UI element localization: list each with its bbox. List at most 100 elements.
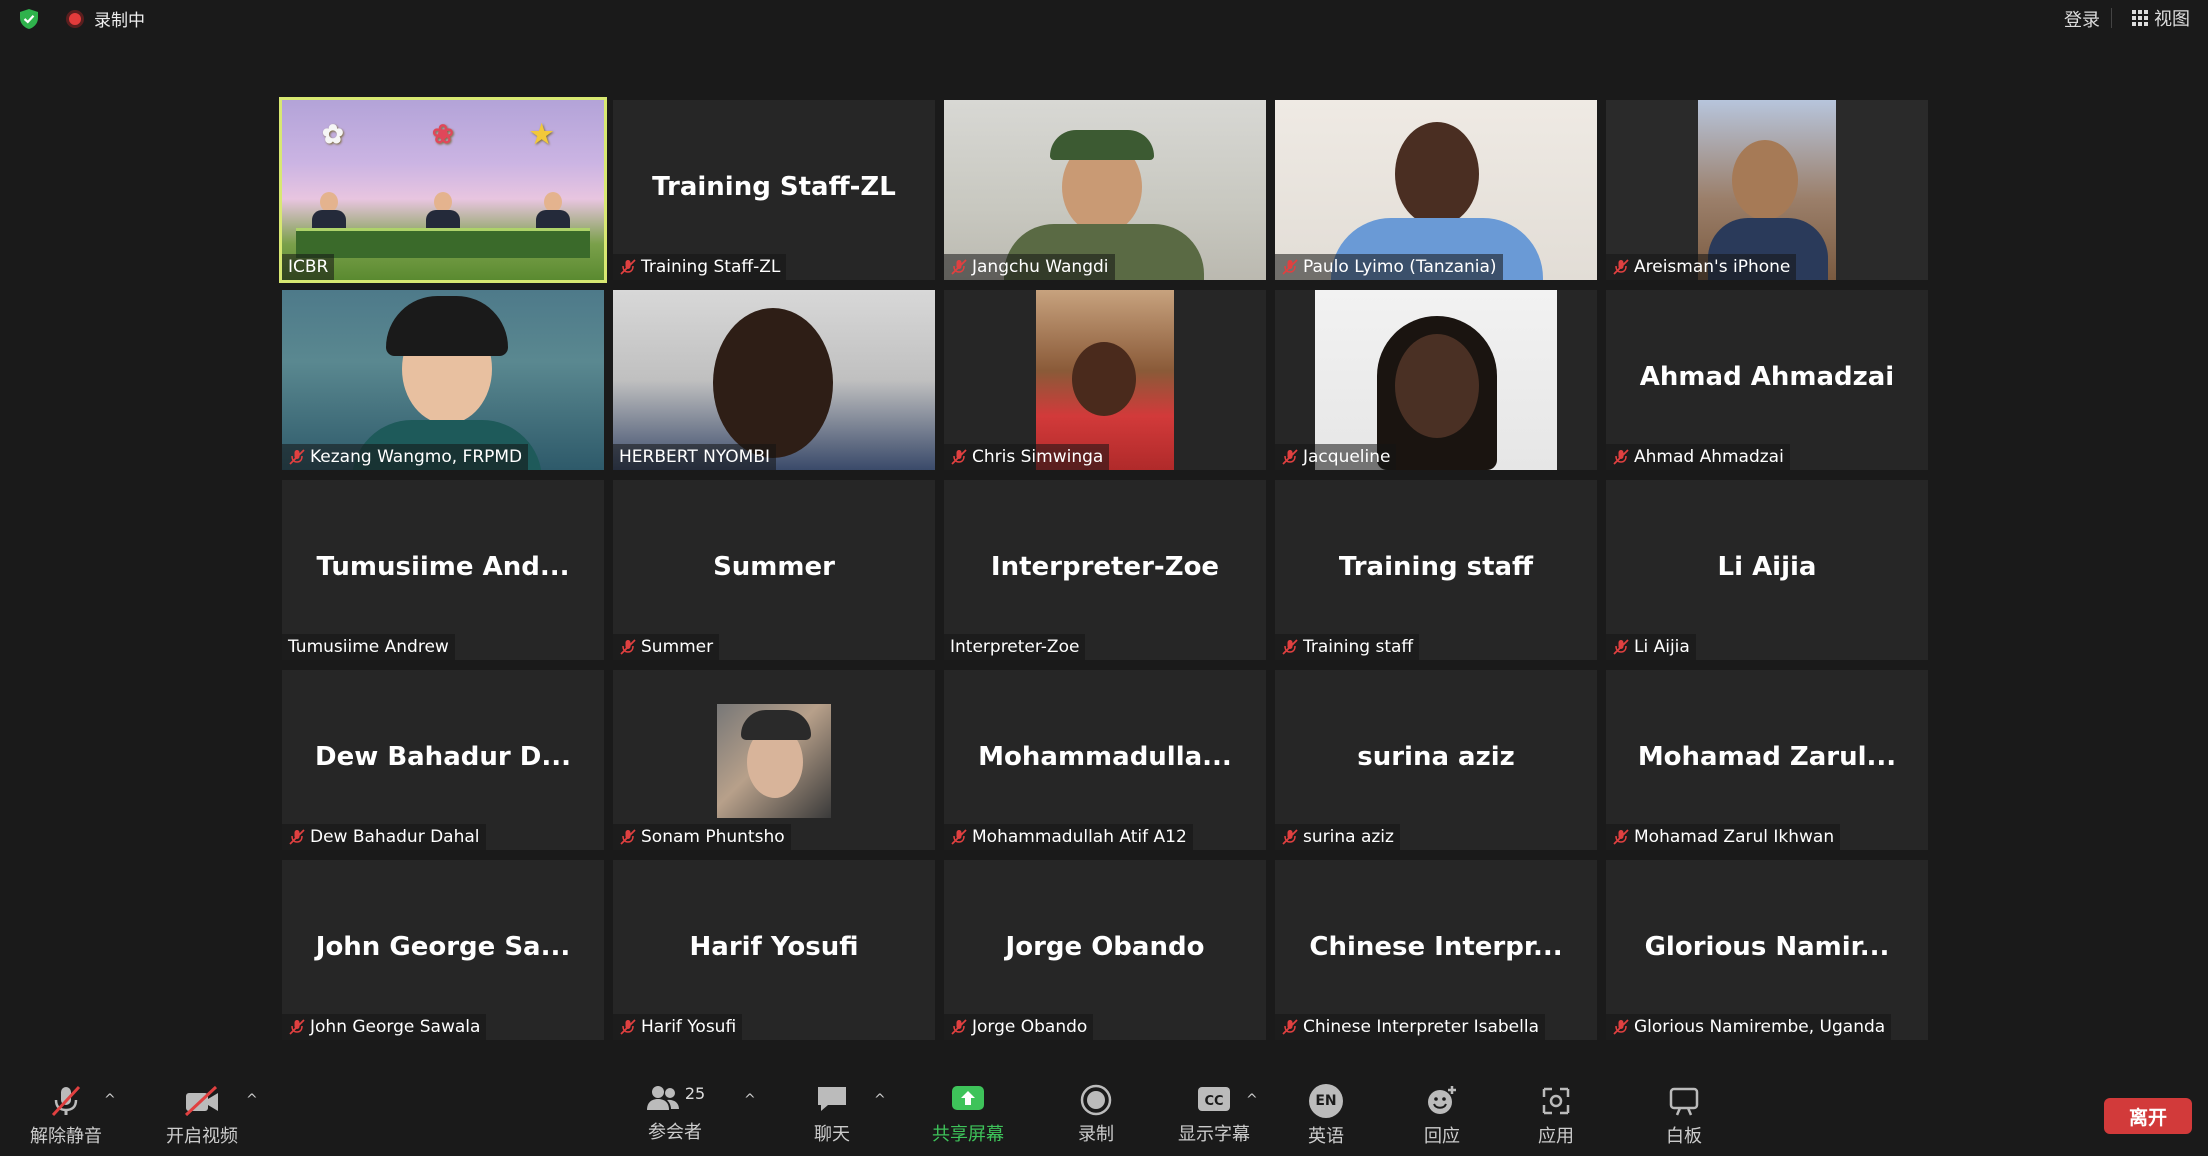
security-shield-icon[interactable] [18,8,40,30]
participant-tile[interactable]: Training Staff-ZL Training Staff-ZL [613,100,935,280]
mic-muted-icon [1282,259,1298,275]
participant-name-bar: Harif Yosufi [613,1014,743,1040]
video-options-chevron-icon[interactable]: ^ [246,1092,258,1108]
participant-tile[interactable]: Mohamad Zarul... Mohamad Zarul Ikhwan [1606,670,1928,850]
mic-muted-icon [1282,449,1298,465]
start-video-button[interactable]: 开启视频 [160,1084,244,1150]
participant-name-bar: Jorge Obando [944,1014,1094,1040]
apps-label: 应用 [1538,1126,1574,1147]
participant-tile[interactable]: Chris Simwinga [944,290,1266,470]
participant-tile[interactable]: Tumusiime And... Tumusiime Andrew [282,480,604,660]
participant-name-bar: Chris Simwinga [944,444,1110,470]
participants-button[interactable]: 25 参会者 [634,1084,716,1150]
record-label: 录制 [1078,1124,1114,1145]
participant-name-bar: Tumusiime Andrew [282,634,455,660]
apps-button[interactable]: 应用 [1518,1084,1594,1150]
video-feed: ✿ ❀ ★ [282,100,604,280]
start-video-label: 开启视频 [166,1126,238,1147]
audio-options-chevron-icon[interactable]: ^ [104,1092,116,1108]
login-button[interactable]: 登录 [2064,6,2100,32]
language-interpretation-button[interactable]: EN 英语 [1288,1084,1364,1150]
participant-name: HERBERT NYOMBI [619,447,770,467]
participant-name: Jangchu Wangdi [972,257,1109,277]
participant-tile[interactable]: Areisman's iPhone [1606,100,1928,280]
participant-tile[interactable]: Training staff Training staff [1275,480,1597,660]
participant-tile[interactable]: Jangchu Wangdi [944,100,1266,280]
participant-name: Kezang Wangmo, FRPMD [310,447,523,467]
participant-tile[interactable]: surina aziz surina aziz [1275,670,1597,850]
unmute-button[interactable]: 解除静音 [24,1084,108,1150]
participant-tile[interactable]: ✿ ❀ ★ ICBR [279,97,607,283]
mic-muted-icon [1282,1019,1298,1035]
whiteboard-label: 白板 [1666,1126,1702,1147]
participant-tile[interactable]: Kezang Wangmo, FRPMD [282,290,604,470]
mic-muted-icon [289,1019,305,1035]
participant-display-name: Li Aijia [1717,552,1817,582]
camera-off-icon [184,1085,218,1117]
participant-tile[interactable]: Paulo Lyimo (Tanzania) [1275,100,1597,280]
participant-tile[interactable]: Mohammadulla... Mohammadullah Atif A12 [944,670,1266,850]
participant-name: Ahmad Ahmadzai [1634,447,1784,467]
participant-tile[interactable]: Jorge Obando Jorge Obando [944,860,1266,1040]
participant-name: Dew Bahadur Dahal [310,827,480,847]
participant-name-bar: Dew Bahadur Dahal [282,824,486,850]
top-bar: 录制中 登录 视图 [0,0,2208,36]
participant-name: Sonam Phuntsho [641,827,785,847]
participant-name: Chris Simwinga [972,447,1104,467]
whiteboard-button[interactable]: 白板 [1646,1084,1722,1150]
participant-name-bar: Summer [613,634,720,660]
participant-tile[interactable]: Li Aijia Li Aijia [1606,480,1928,660]
share-screen-button[interactable]: 共享屏幕 [926,1084,1010,1150]
participant-tile[interactable]: Summer Summer [613,480,935,660]
mic-muted-icon [951,829,967,845]
participant-display-name: Ahmad Ahmadzai [1639,362,1895,392]
participant-display-name: Training Staff-ZL [652,172,896,202]
video-feed [282,290,604,470]
participant-tile[interactable]: Interpreter-Zoe Interpreter-Zoe [944,480,1266,660]
mic-muted-icon [620,639,636,655]
participant-name-bar: Mohamad Zarul Ikhwan [1606,824,1841,850]
participant-name: Areisman's iPhone [1634,257,1791,277]
participant-tile[interactable]: John George Sa... John George Sawala [282,860,604,1040]
mic-muted-icon [1613,259,1629,275]
divider [2111,8,2112,28]
leave-button[interactable]: 离开 [2104,1098,2192,1134]
mic-muted-icon [1282,829,1298,845]
participant-name: Harif Yosufi [641,1017,737,1037]
participants-options-chevron-icon[interactable]: ^ [744,1092,756,1108]
participant-name-bar: ICBR [282,254,335,280]
participant-name-bar: John George Sawala [282,1014,487,1040]
participant-tile[interactable]: Jacqueline [1275,290,1597,470]
recording-status: 录制中 [94,11,145,31]
captions-button[interactable]: CC 显示字幕 [1170,1084,1258,1150]
participants-icon [646,1086,679,1110]
partner-logo-icon: ★ [530,120,554,150]
chat-icon [818,1087,846,1111]
reactions-label: 回应 [1424,1126,1460,1147]
reaction-smiley-icon [1428,1086,1456,1114]
participant-display-name: Mohamad Zarul... [1637,742,1897,772]
unmute-label: 解除静音 [30,1126,102,1147]
view-button[interactable]: 视图 [2132,4,2190,32]
participant-tile[interactable]: HERBERT NYOMBI [613,290,935,470]
participant-tile[interactable]: Chinese Interpr... Chinese Interpreter Is… [1275,860,1597,1040]
language-globe-icon: EN [1309,1084,1343,1118]
participant-tile[interactable]: Glorious Namir... Glorious Namirembe, Uga… [1606,860,1928,1040]
closed-captions-icon: CC [1198,1087,1230,1111]
participant-name: Paulo Lyimo (Tanzania) [1303,257,1497,277]
participant-display-name: Glorious Namir... [1644,932,1890,962]
participant-name-bar: Li Aijia [1606,634,1696,660]
captions-options-chevron-icon[interactable]: ^ [1246,1092,1258,1108]
chat-options-chevron-icon[interactable]: ^ [874,1092,886,1108]
participant-tile[interactable]: Harif Yosufi Harif Yosufi [613,860,935,1040]
participant-name-bar: Ahmad Ahmadzai [1606,444,1790,470]
captions-label: 显示字幕 [1178,1124,1250,1145]
reactions-button[interactable]: 回应 [1404,1084,1480,1150]
mic-muted-icon [951,449,967,465]
participant-tile[interactable]: Sonam Phuntsho [613,670,935,850]
chat-button[interactable]: 聊天 [790,1084,874,1150]
participant-tile[interactable]: Dew Bahadur D... Dew Bahadur Dahal [282,670,604,850]
record-button[interactable]: 录制 [1056,1084,1136,1150]
participant-tile[interactable]: Ahmad Ahmadzai Ahmad Ahmadzai [1606,290,1928,470]
participant-display-name: Training staff [1338,552,1534,582]
